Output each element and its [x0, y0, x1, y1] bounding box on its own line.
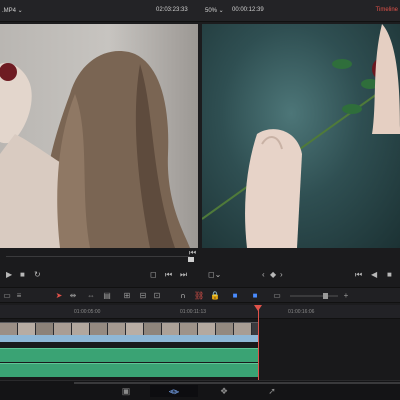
flag-icon[interactable]: ■ [230, 291, 240, 301]
clip-thumbnail [0, 323, 18, 335]
stop-right-icon[interactable]: ■ [387, 271, 392, 279]
page-navigation: ▣ ⫷⫸ ❖ ➚ [0, 380, 400, 400]
timeline-timecode: 00:00:12:39 [232, 7, 264, 13]
playhead-handle[interactable] [254, 305, 262, 311]
timeline-tracks[interactable] [0, 319, 400, 380]
transport-bar: ▶ ■ ↻ ◻ ⏮ ⏭ ◻⌄ ‹ ◆ › ⏮ ◀ ■ [0, 262, 400, 287]
source-clip-name[interactable]: .MP4 ⌄ [2, 7, 23, 14]
source-timecode: 02:03:23:33 [156, 7, 188, 13]
zoom-slider[interactable] [290, 295, 338, 297]
layout-icon[interactable]: ▭ [2, 291, 12, 301]
fusion-icon[interactable]: ❖ [218, 385, 230, 397]
ruler-tick-label: 01:00:05:00 [74, 309, 101, 315]
jog-left-icon[interactable]: ‹ [262, 271, 265, 279]
clip-thumbnail [72, 323, 90, 335]
zoom-dropdown[interactable]: 50% ⌄ [205, 7, 224, 14]
deliver-icon[interactable]: ➚ [266, 385, 278, 397]
timeline-name[interactable]: Timeline [376, 7, 398, 13]
audio-clip-2[interactable] [0, 363, 259, 377]
stack-icon[interactable]: ≡ [14, 291, 24, 301]
clip-name-bar[interactable] [0, 335, 259, 342]
clip-thumbnail [36, 323, 54, 335]
ruler-tick-label: 01:00:16:06 [288, 309, 315, 315]
blade-tool-icon[interactable]: ▤ [102, 291, 112, 301]
jog-dot-icon[interactable]: ◆ [270, 271, 276, 279]
playhead-marker-icon[interactable]: ⏮ [189, 249, 196, 257]
stop-icon[interactable]: ■ [20, 271, 25, 279]
horizontal-scrollbar[interactable] [74, 382, 400, 384]
audio-clip-1[interactable] [0, 348, 259, 362]
clip-thumbnail [126, 323, 144, 335]
timeline-playhead[interactable] [258, 305, 259, 380]
clip-thumbnail [162, 323, 180, 335]
next-frame-icon[interactable]: ⏭ [180, 271, 187, 279]
clip-thumbnail [144, 323, 162, 335]
clip-thumbnail [108, 323, 126, 335]
rewind-icon[interactable]: ⏮ [355, 271, 362, 279]
replace-clip-icon[interactable]: ⊡ [152, 291, 162, 301]
source-viewer[interactable] [0, 24, 198, 248]
play-icon[interactable]: ▶ [6, 271, 12, 279]
timeline-ruler[interactable]: 01:00:05:00 01:00:11:13 01:00:16:06 [0, 305, 400, 319]
edit-icon[interactable]: ⫷⫸ [150, 385, 198, 397]
marker-icon[interactable]: ■ [250, 291, 260, 301]
lock-icon[interactable]: 🔒 [210, 291, 220, 301]
prev-frame-icon[interactable]: ⏮ [165, 271, 172, 279]
timeline-frame-image [202, 24, 400, 248]
insert-clip-icon[interactable]: ⊞ [122, 291, 132, 301]
zoom-mode-icon[interactable]: ▭ [272, 291, 282, 301]
dynamic-trim-icon[interactable]: ⇔ [86, 291, 96, 301]
zoom-in-icon[interactable]: + [341, 291, 351, 301]
loop-icon[interactable]: ↻ [34, 271, 41, 279]
reverse-play-icon[interactable]: ◀ [371, 271, 377, 279]
video-clip[interactable] [0, 322, 259, 335]
clip-thumbnail [216, 323, 234, 335]
clip-thumbnail [234, 323, 252, 335]
mark-in-icon[interactable]: ◻ [150, 271, 157, 279]
clip-thumbnail [180, 323, 198, 335]
source-frame-image [0, 50, 190, 248]
scrub-track[interactable] [6, 256, 190, 257]
media-icon[interactable]: ▣ [120, 385, 132, 397]
jog-right-icon[interactable]: › [280, 271, 283, 279]
linked-selection-icon[interactable]: ⛓ [194, 291, 204, 301]
clip-thumbnail [90, 323, 108, 335]
scrub-strip: ⏮ [0, 248, 400, 263]
timeline-viewer[interactable] [202, 24, 400, 248]
overwrite-clip-icon[interactable]: ⊟ [138, 291, 148, 301]
clip-thumbnail [198, 323, 216, 335]
ruler-tick-label: 01:00:11:13 [180, 309, 207, 315]
snapping-icon[interactable]: ∩ [178, 291, 188, 301]
trim-tool-icon[interactable]: ⇹ [68, 291, 78, 301]
zoom-slider-handle[interactable] [323, 293, 328, 299]
viewer-header: .MP4 ⌄ 02:03:23:33 50% ⌄ 00:00:12:39 Tim… [0, 0, 400, 22]
clip-thumbnail [54, 323, 72, 335]
view-options-icon[interactable]: ◻⌄ [208, 271, 221, 279]
selection-tool-icon[interactable]: ➤ [54, 291, 64, 301]
edit-toolbar: ▭ ≡ ➤ ⇹ ⇔ ▤ ⊞ ⊟ ⊡ ∩ ⛓ 🔒 ■ ■ ▭ + [0, 287, 400, 303]
clip-thumbnail [18, 323, 36, 335]
